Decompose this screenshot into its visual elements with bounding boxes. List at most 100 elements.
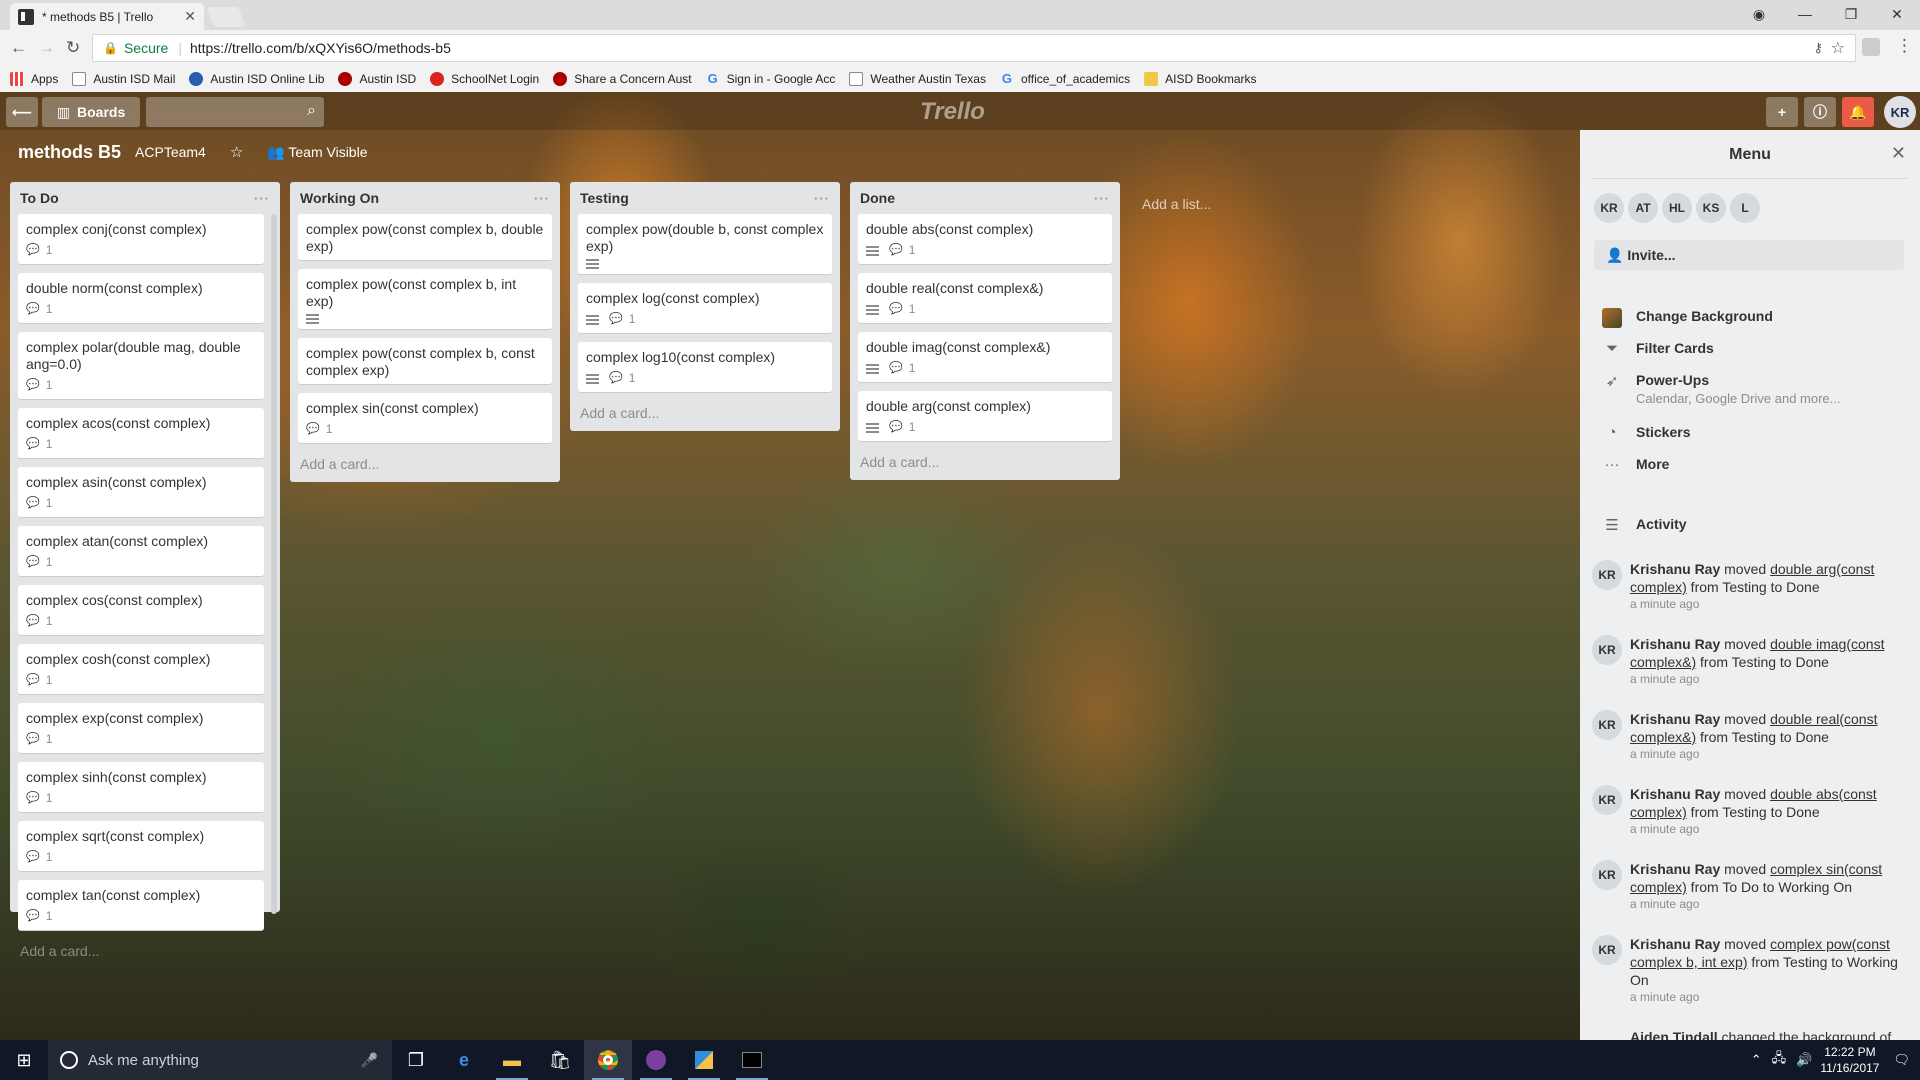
info-icon[interactable]: ⓘ: [1804, 97, 1836, 127]
add-card-button[interactable]: Add a card...: [298, 452, 552, 482]
card[interactable]: complex atan(const complex) 💬 1: [18, 526, 264, 577]
browser-menu-icon[interactable]: ⋮: [1896, 36, 1913, 56]
member-avatar[interactable]: KR: [1594, 193, 1624, 223]
bookmark-share-concern[interactable]: Share a Concern Aust: [553, 72, 692, 86]
card[interactable]: double norm(const complex) 💬 1: [18, 273, 264, 324]
add-card-button[interactable]: Add a card...: [858, 450, 1112, 480]
purple-app-icon[interactable]: [632, 1040, 680, 1080]
activity-user[interactable]: Krishanu Ray: [1630, 561, 1720, 577]
invite-button[interactable]: 👤 Invite...: [1594, 240, 1904, 270]
activity-user[interactable]: Aiden Tindall: [1630, 1029, 1718, 1040]
list-menu-icon[interactable]: ···: [814, 191, 830, 206]
close-window-button[interactable]: ✕: [1874, 0, 1920, 28]
menu-change-background[interactable]: Change Background: [1602, 308, 1773, 328]
chrome-icon[interactable]: [584, 1040, 632, 1080]
card[interactable]: complex sin(const complex) 💬 1: [298, 393, 552, 444]
activity-user[interactable]: Krishanu Ray: [1630, 936, 1720, 952]
card[interactable]: complex asin(const complex) 💬 1: [18, 467, 264, 518]
activity-time[interactable]: a minute ago: [1630, 597, 1912, 611]
list-header[interactable]: To Do ···: [18, 182, 272, 214]
key-icon[interactable]: ⚷: [1813, 40, 1823, 56]
bookmark-star-icon[interactable]: ☆: [1831, 38, 1845, 58]
bookmark-folder-aisd[interactable]: AISD Bookmarks: [1144, 72, 1257, 86]
menu-more[interactable]: ··· More: [1602, 456, 1670, 474]
activity-avatar[interactable]: KR: [1592, 935, 1622, 965]
notifications-icon[interactable]: 🗨: [1893, 1052, 1910, 1068]
list-header[interactable]: Working On ···: [298, 182, 552, 214]
user-avatar[interactable]: KR: [1884, 96, 1916, 128]
menu-filter-cards[interactable]: ⏷ Filter Cards: [1602, 340, 1714, 358]
card[interactable]: complex log(const complex) 💬 1: [578, 283, 832, 334]
terminal-icon[interactable]: [728, 1040, 776, 1080]
network-icon[interactable]: 🖧: [1772, 1049, 1787, 1071]
volume-icon[interactable]: 🔊: [1796, 1052, 1812, 1068]
card[interactable]: complex pow(const complex b, const compl…: [298, 338, 552, 385]
menu-power-ups[interactable]: ➶ Power-Ups Calendar, Google Drive and mor…: [1602, 372, 1841, 406]
card[interactable]: complex acos(const complex) 💬 1: [18, 408, 264, 459]
extension-icon[interactable]: [1862, 38, 1880, 56]
add-icon[interactable]: +: [1766, 97, 1798, 127]
activity-time[interactable]: a minute ago: [1630, 672, 1912, 686]
bookmark-office-academics[interactable]: Goffice_of_academics: [1000, 72, 1130, 87]
activity-time[interactable]: a minute ago: [1630, 822, 1912, 836]
notification-bell-icon[interactable]: 🔔: [1842, 97, 1874, 127]
chevron-up-icon[interactable]: ⌃: [1751, 1052, 1762, 1068]
member-avatar[interactable]: HL: [1662, 193, 1692, 223]
card[interactable]: double arg(const complex) 💬 1: [858, 391, 1112, 442]
list-header[interactable]: Done ···: [858, 182, 1112, 214]
activity-avatar[interactable]: KR: [1592, 710, 1622, 740]
activity-user[interactable]: Krishanu Ray: [1630, 636, 1720, 652]
back-home-button[interactable]: ⟵: [6, 97, 38, 127]
activity-time[interactable]: a minute ago: [1630, 990, 1912, 1004]
bookmark-apps[interactable]: Apps: [10, 72, 58, 86]
windows-start-icon[interactable]: ⊞: [0, 1040, 48, 1080]
activity-user[interactable]: Krishanu Ray: [1630, 786, 1720, 802]
clock[interactable]: 12:22 PM 11/16/2017: [1820, 1044, 1879, 1076]
card[interactable]: complex cos(const complex) 💬 1: [18, 585, 264, 636]
card[interactable]: complex tan(const complex) 💬 1: [18, 880, 264, 931]
profile-icon[interactable]: ◉: [1736, 0, 1782, 28]
task-view-icon[interactable]: ❐: [392, 1040, 440, 1080]
file-explorer-icon[interactable]: ▬: [488, 1040, 536, 1080]
activity-avatar[interactable]: KR: [1592, 860, 1622, 890]
list-header[interactable]: Testing ···: [578, 182, 832, 214]
bookmark-schoolnet[interactable]: SchoolNet Login: [430, 72, 539, 86]
member-avatar[interactable]: AT: [1628, 193, 1658, 223]
close-menu-icon[interactable]: ✕: [1891, 143, 1906, 164]
card[interactable]: complex pow(const complex b, double exp): [298, 214, 552, 261]
list-menu-icon[interactable]: ···: [1094, 191, 1110, 206]
sticky-app-icon[interactable]: [680, 1040, 728, 1080]
menu-stickers[interactable]: ◔ Stickers: [1602, 424, 1690, 442]
member-avatar[interactable]: KS: [1696, 193, 1726, 223]
maximize-button[interactable]: ❐: [1828, 0, 1874, 28]
board-title[interactable]: methods B5: [18, 142, 121, 163]
card[interactable]: complex exp(const complex) 💬 1: [18, 703, 264, 754]
bookmark-online-lib[interactable]: Austin ISD Online Lib: [189, 72, 324, 86]
member-avatar[interactable]: L: [1730, 193, 1760, 223]
activity-avatar[interactable]: KR: [1592, 785, 1622, 815]
card[interactable]: complex sinh(const complex) 💬 1: [18, 762, 264, 813]
activity-avatar[interactable]: KR: [1592, 560, 1622, 590]
activity-avatar[interactable]: KR: [1592, 635, 1622, 665]
card[interactable]: complex cosh(const complex) 💬 1: [18, 644, 264, 695]
activity-time[interactable]: a minute ago: [1630, 897, 1912, 911]
reload-icon[interactable]: ↻: [66, 38, 80, 58]
star-board-icon[interactable]: ☆: [230, 143, 243, 161]
browser-tab[interactable]: * methods B5 | Trello ✕: [10, 3, 204, 30]
minimize-button[interactable]: —: [1782, 0, 1828, 28]
list-menu-icon[interactable]: ···: [534, 191, 550, 206]
card[interactable]: complex polar(double mag, double ang=0.0…: [18, 332, 264, 400]
card[interactable]: double abs(const complex) 💬 1: [858, 214, 1112, 265]
activity-user[interactable]: Krishanu Ray: [1630, 711, 1720, 727]
board-search-input[interactable]: ⌕: [146, 97, 324, 127]
store-icon[interactable]: 🛍: [536, 1040, 584, 1080]
add-list-button[interactable]: Add a list...: [1140, 188, 1390, 224]
microphone-icon[interactable]: 🎤: [361, 1052, 378, 1069]
forward-icon[interactable]: →: [38, 38, 55, 58]
card[interactable]: complex pow(const complex b, int exp): [298, 269, 552, 330]
bookmark-austin-isd-mail[interactable]: Austin ISD Mail: [72, 72, 175, 86]
board-visibility[interactable]: 👥 Team Visible: [267, 144, 367, 161]
activity-time[interactable]: a minute ago: [1630, 747, 1912, 761]
bookmark-austin-isd[interactable]: Austin ISD: [338, 72, 416, 86]
card[interactable]: double real(const complex&) 💬 1: [858, 273, 1112, 324]
